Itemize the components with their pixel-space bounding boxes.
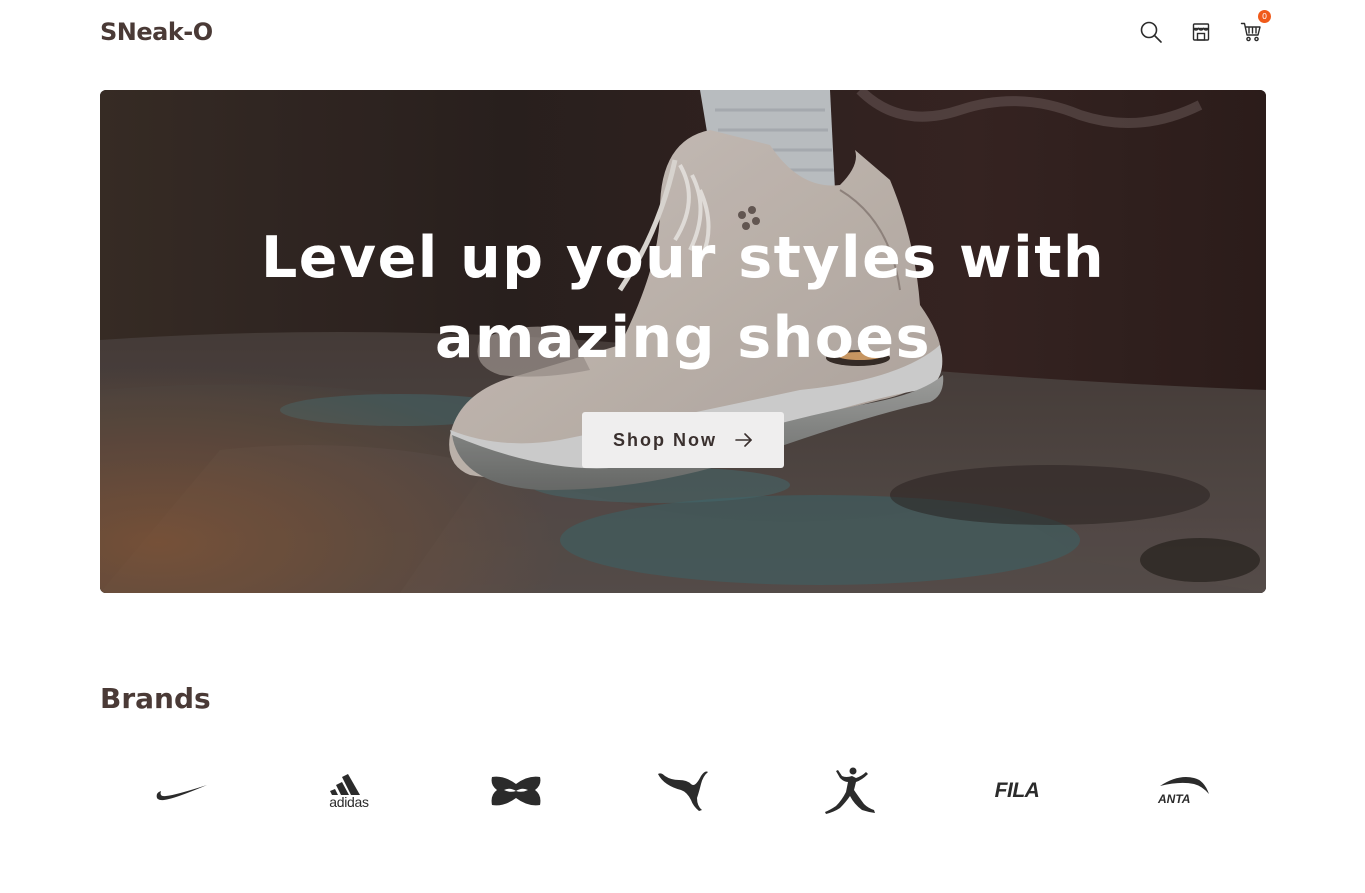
search-button[interactable] xyxy=(1138,19,1164,45)
under-armour-logo xyxy=(491,776,541,806)
anta-logo: ANTA xyxy=(1158,776,1210,806)
site-header: SNeak-O 0 xyxy=(100,0,1271,64)
arrow-right-icon xyxy=(735,433,752,447)
shop-now-label: Shop Now xyxy=(613,429,717,450)
anta-wordmark: ANTA xyxy=(1158,792,1191,806)
hero-content: Level up your styles with amazing shoes … xyxy=(100,90,1266,593)
brand-adidas[interactable]: adidas xyxy=(267,755,431,827)
brand-nike[interactable] xyxy=(100,755,264,827)
site-logo[interactable]: SNeak-O xyxy=(100,18,213,46)
nike-logo xyxy=(156,785,207,801)
jordan-logo xyxy=(825,767,875,814)
puma-logo xyxy=(658,771,708,811)
brand-fila[interactable]: FILA xyxy=(935,755,1099,827)
store-button[interactable] xyxy=(1188,19,1214,45)
hero-banner: Level up your styles with amazing shoes … xyxy=(100,90,1266,593)
brands-heading: Brands xyxy=(100,682,211,715)
brands-list: adidas FILA ANTA xyxy=(100,755,1266,827)
cart-count-badge: 0 xyxy=(1258,10,1271,23)
brand-puma[interactable] xyxy=(601,755,765,827)
search-icon xyxy=(1140,21,1162,43)
brand-anta[interactable]: ANTA xyxy=(1102,755,1266,827)
header-actions: 0 xyxy=(1138,10,1271,45)
cart-button[interactable]: 0 xyxy=(1238,10,1271,45)
hero-title: Level up your styles with amazing shoes xyxy=(260,225,1106,371)
brand-jordan[interactable] xyxy=(768,755,932,827)
store-icon xyxy=(1192,23,1210,41)
adidas-wordmark: adidas xyxy=(329,793,369,810)
adidas-stripes xyxy=(330,773,360,795)
cart-icon xyxy=(1240,22,1261,42)
adidas-logo: adidas xyxy=(329,773,369,810)
page: SNeak-O 0 Level up your styles with amaz… xyxy=(0,0,1365,893)
shop-now-button[interactable]: Shop Now xyxy=(582,412,784,468)
brand-under-armour[interactable] xyxy=(434,755,598,827)
fila-logo: FILA xyxy=(994,779,1040,802)
